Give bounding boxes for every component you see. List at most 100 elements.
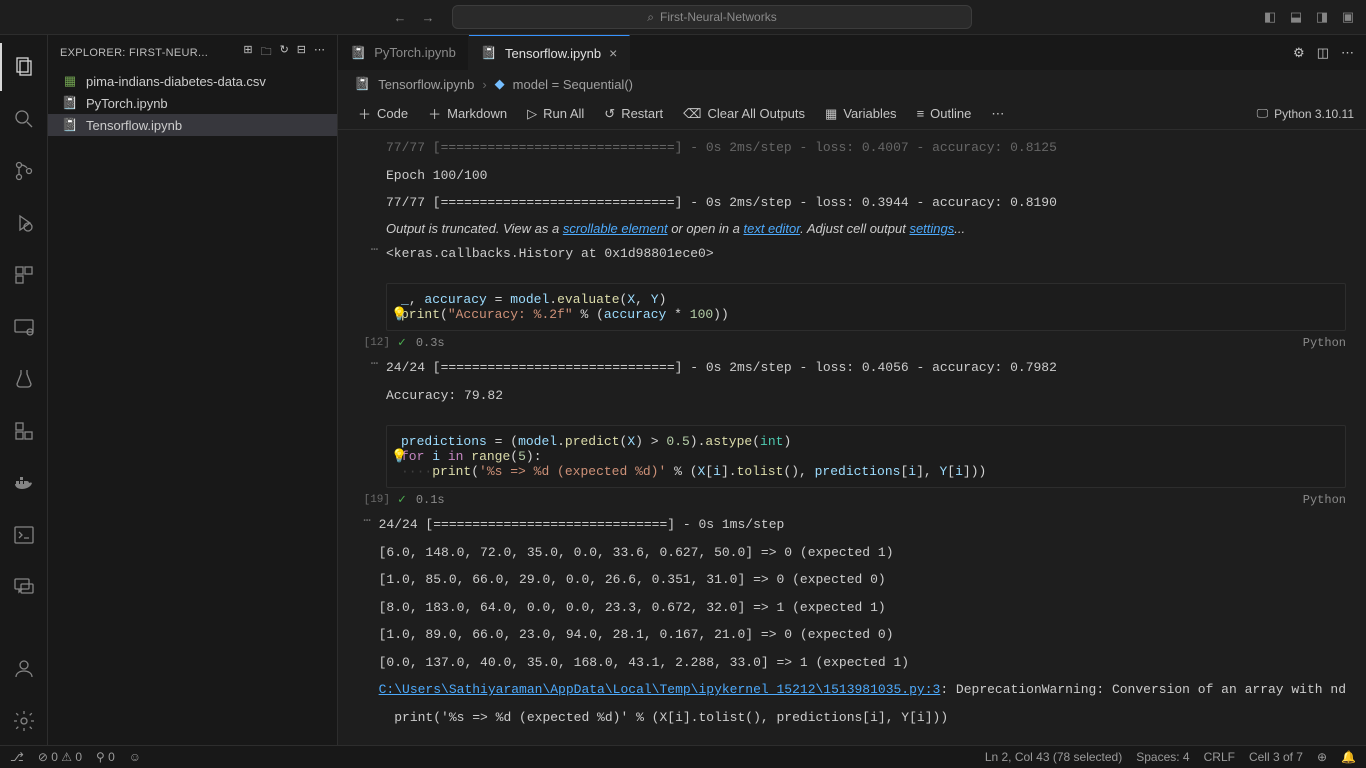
toggle-diff-icon[interactable]: ◫ xyxy=(1317,45,1329,61)
status-bar: ⎇ ⊘ 0 ⚠ 0 ⚲ 0 ☺ Ln 2, Col 43 (78 selecte… xyxy=(0,745,1366,768)
notebook-body[interactable]: 77/77 [==============================] -… xyxy=(338,130,1366,745)
status-indent[interactable]: Spaces: 4 xyxy=(1136,750,1189,764)
layout-panel-right-icon[interactable]: ◨ xyxy=(1312,9,1332,25)
activity-account-icon[interactable] xyxy=(0,645,48,693)
warning-link[interactable]: C:\Users\Sathiyaraman\AppData\Local\Temp… xyxy=(379,682,941,697)
activity-debug-icon[interactable] xyxy=(0,199,48,247)
notebook-icon: 📓 xyxy=(62,117,78,133)
output-warning: C:\Users\Sathiyaraman\AppData\Local\Temp… xyxy=(379,676,1346,704)
output-line: Epoch 100/100 xyxy=(338,162,1366,190)
activity-references-icon[interactable] xyxy=(0,407,48,455)
file-label: pima-indians-diabetes-data.csv xyxy=(86,74,266,89)
layout-customize-icon[interactable]: ▣ xyxy=(1338,9,1358,25)
file-csv[interactable]: ▦ pima-indians-diabetes-data.csv xyxy=(48,70,337,92)
status-feedback-icon[interactable]: ☺ xyxy=(129,750,141,764)
layout-panel-bottom-icon[interactable]: ⬓ xyxy=(1286,9,1306,25)
close-icon[interactable]: × xyxy=(609,45,617,61)
new-file-icon[interactable]: ⊞ xyxy=(243,43,252,62)
execution-time: 0.3s xyxy=(416,336,445,350)
more-icon[interactable]: ⋯ xyxy=(314,43,325,62)
nav-forward-icon[interactable]: → xyxy=(416,5,440,29)
outline-button[interactable]: ≡Outline xyxy=(909,103,980,124)
status-cursor[interactable]: Ln 2, Col 43 (78 selected) xyxy=(985,750,1122,764)
code-cell-12[interactable]: _, accuracy = model.evaluate(X, Y) 💡prin… xyxy=(386,283,1346,331)
editor-tabs: 📓 PyTorch.ipynb 📓 Tensorflow.ipynb × ⚙ ◫… xyxy=(338,35,1366,70)
command-center[interactable]: ⌕ First-Neural-Networks xyxy=(452,5,972,29)
server-icon: 🖵 xyxy=(1257,106,1269,121)
search-text: First-Neural-Networks xyxy=(660,10,777,24)
status-trusted-icon[interactable]: ⊕ xyxy=(1317,750,1327,764)
activity-explorer-icon[interactable] xyxy=(0,43,48,91)
activity-extensions-icon[interactable] xyxy=(0,251,48,299)
tab-more-icon[interactable]: ⋯ xyxy=(1341,45,1354,61)
add-markdown-button[interactable]: ＋Markdown xyxy=(420,101,515,126)
execution-count: [19] xyxy=(338,494,398,506)
outline-icon: ≡ xyxy=(917,106,925,121)
output-line: Accuracy: 79.82 xyxy=(386,382,1346,410)
output-repr: <keras.callbacks.History at 0x1d98801ece… xyxy=(386,240,714,268)
status-eol[interactable]: CRLF xyxy=(1204,750,1235,764)
code-cell-19[interactable]: predictions = (model.predict(X) > 0.5).a… xyxy=(386,425,1346,488)
output-line: 24/24 [==============================] -… xyxy=(379,511,1346,539)
status-ports[interactable]: ⚲ 0 xyxy=(96,750,115,764)
cell-more-icon[interactable]: ⋯ xyxy=(338,354,386,371)
plus-icon: ＋ xyxy=(428,104,441,123)
cell-more-icon[interactable]: ⋯ xyxy=(338,511,379,528)
explorer-title: EXPLORER: FIRST-NEUR... xyxy=(60,47,235,59)
status-problems[interactable]: ⊘ 0 ⚠ 0 xyxy=(38,750,82,764)
output-line: 77/77 [==============================] -… xyxy=(338,189,1366,217)
chevron-right-icon: › xyxy=(482,77,486,92)
activity-comments-icon[interactable] xyxy=(0,563,48,611)
status-remote[interactable]: ⎇ xyxy=(10,750,24,764)
activity-scm-icon[interactable] xyxy=(0,147,48,195)
cell-more-icon[interactable]: ⋯ xyxy=(338,240,386,257)
toolbar-more-icon[interactable]: ⋯ xyxy=(983,103,1012,125)
check-icon: ✓ xyxy=(398,492,406,507)
variables-icon: ▦ xyxy=(825,106,837,122)
output-line: print('%s => %d (expected %d)' % (X[i].t… xyxy=(379,704,1346,732)
cell-language[interactable]: Python xyxy=(1303,493,1346,507)
activity-docker-icon[interactable] xyxy=(0,459,48,507)
refresh-icon[interactable]: ↻ xyxy=(280,43,289,62)
settings-link[interactable]: settings xyxy=(909,221,954,236)
execution-time: 0.1s xyxy=(416,493,445,507)
clear-outputs-button[interactable]: ⌫Clear All Outputs xyxy=(675,103,813,125)
symbol-icon: ◆ xyxy=(495,76,505,92)
file-pytorch[interactable]: 📓 PyTorch.ipynb xyxy=(48,92,337,114)
nav-back-icon[interactable]: ← xyxy=(388,5,412,29)
activity-terminal-icon[interactable] xyxy=(0,511,48,559)
output-line: 77/77 [==============================] -… xyxy=(338,134,1366,162)
collapse-icon[interactable]: ⊟ xyxy=(297,43,306,62)
breadcrumb[interactable]: 📓 Tensorflow.ipynb › ◆ model = Sequentia… xyxy=(338,70,1366,98)
activity-bar xyxy=(0,35,48,745)
file-tensorflow[interactable]: 📓 Tensorflow.ipynb xyxy=(48,114,337,136)
notebook-icon: 📓 xyxy=(62,95,78,111)
lightbulb-icon[interactable]: 💡 xyxy=(391,449,407,464)
variables-button[interactable]: ▦Variables xyxy=(817,103,905,125)
breadcrumb-symbol: model = Sequential() xyxy=(513,77,633,92)
scrollable-link[interactable]: scrollable element xyxy=(563,221,668,236)
activity-remote-icon[interactable] xyxy=(0,303,48,351)
new-folder-icon[interactable]: 🗀 xyxy=(261,43,272,62)
lightbulb-icon[interactable]: 💡 xyxy=(391,307,407,322)
status-cell[interactable]: Cell 3 of 7 xyxy=(1249,750,1303,764)
text-editor-link[interactable]: text editor xyxy=(743,221,800,236)
breadcrumb-file: Tensorflow.ipynb xyxy=(378,77,474,92)
tab-pytorch[interactable]: 📓 PyTorch.ipynb xyxy=(338,35,469,70)
notebook-settings-icon[interactable]: ⚙ xyxy=(1293,45,1305,61)
kernel-selector[interactable]: Python 3.10.11 xyxy=(1274,107,1354,121)
plus-icon: ＋ xyxy=(358,104,371,123)
run-all-button[interactable]: ▷Run All xyxy=(519,103,592,125)
activity-testing-icon[interactable] xyxy=(0,355,48,403)
execution-count: [12] xyxy=(338,337,398,349)
restart-button[interactable]: ↺Restart xyxy=(596,103,671,125)
cell-language[interactable]: Python xyxy=(1303,336,1346,350)
layout-panel-left-icon[interactable]: ◧ xyxy=(1260,9,1280,25)
add-code-button[interactable]: ＋Code xyxy=(350,101,416,126)
title-bar: ← → ⌕ First-Neural-Networks ◧ ⬓ ◨ ▣ xyxy=(0,0,1366,35)
tab-tensorflow[interactable]: 📓 Tensorflow.ipynb × xyxy=(469,35,631,70)
activity-search-icon[interactable] xyxy=(0,95,48,143)
file-label: Tensorflow.ipynb xyxy=(86,118,182,133)
status-bell-icon[interactable]: 🔔 xyxy=(1341,750,1356,764)
activity-settings-icon[interactable] xyxy=(0,697,48,745)
